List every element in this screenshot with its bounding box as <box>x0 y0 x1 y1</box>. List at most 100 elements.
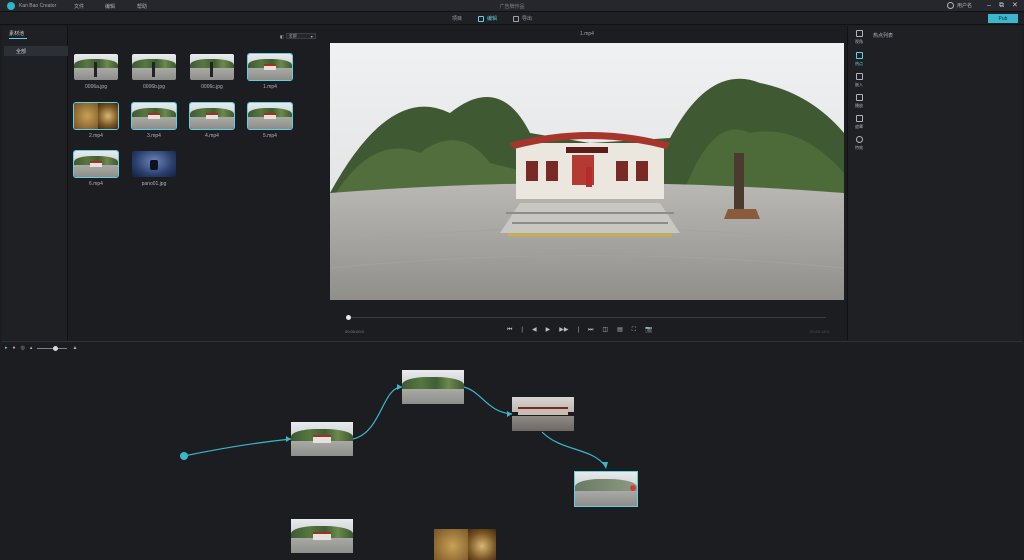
media-thumbnail <box>132 54 176 80</box>
tool-effect-label: 特效 <box>855 145 863 150</box>
seek-handle[interactable] <box>346 315 351 320</box>
media-item[interactable]: pano01.jpg <box>132 151 176 187</box>
tool-play[interactable]: 播放 <box>848 94 870 109</box>
media-item-name: pano01.jpg <box>141 181 167 187</box>
effect-icon <box>855 136 863 143</box>
tool-strip: 视角 热点 嵌入 播放 遮罩 特效 <box>847 26 869 340</box>
category-all[interactable]: 全部 <box>4 46 68 56</box>
graph-toolbar: ▸ ● ◎ ▴ ▲ <box>5 345 77 351</box>
user-account[interactable]: 用户名 <box>947 2 972 9</box>
restore-button[interactable]: ⧉ <box>999 1 1004 10</box>
mask-icon <box>855 115 863 122</box>
record-icon <box>630 485 636 491</box>
target-icon[interactable]: ◎ <box>21 345 25 351</box>
filter-select[interactable]: 全部 ▾ <box>285 33 316 39</box>
tool-view[interactable]: 视角 <box>848 30 870 45</box>
skip-end-icon[interactable]: ⏭ <box>588 326 593 334</box>
graph-link <box>541 431 607 468</box>
scene-node[interactable] <box>402 370 464 404</box>
preview-title: 1.mp4 <box>580 31 594 37</box>
media-filter[interactable]: ◧ 全部 ▾ <box>280 33 316 39</box>
media-thumbnail <box>74 151 118 177</box>
scene-node[interactable] <box>291 422 353 456</box>
publish-button[interactable]: Pub <box>988 14 1018 23</box>
divider: | <box>521 327 523 333</box>
media-item[interactable]: 4.mp4 <box>190 103 234 139</box>
hotspot-panel: 热点列表 <box>869 26 1022 340</box>
media-item[interactable]: 0006b.jpg <box>132 54 176 90</box>
media-item[interactable]: 6.mp4 <box>74 151 118 187</box>
camera-icon[interactable]: 📷 <box>645 326 652 334</box>
cursor-icon[interactable]: ▸ <box>5 345 8 351</box>
hotspot-icon <box>855 52 863 59</box>
media-item[interactable]: 0006a.jpg <box>74 54 118 90</box>
graph-link <box>183 438 292 457</box>
media-item-name: 0006c.jpg <box>201 84 223 90</box>
scene-node[interactable] <box>512 397 574 431</box>
title-bar: Kan Bao Creator 文件 编辑 帮助 广告牌作品 用户名 – ⧉ ✕ <box>0 0 1024 12</box>
media-thumbnail <box>74 54 118 80</box>
step-forward-icon[interactable]: ▶▶ <box>559 326 568 334</box>
library-tab-underline <box>9 38 27 39</box>
preview-panel: 1.mp4 00:00:00.0 00:00:18.0 ⏮ | ◀ ▶ ▶▶ |… <box>329 26 845 340</box>
scene-node[interactable] <box>434 529 496 560</box>
tab-edit[interactable]: 编辑 <box>478 15 497 22</box>
media-item[interactable]: 2.mp4 <box>74 103 118 139</box>
skip-start-icon[interactable]: ⏮ <box>507 326 512 334</box>
media-thumbnail <box>132 151 176 177</box>
step-back-icon[interactable]: ◀ <box>532 326 537 334</box>
tool-hotspot[interactable]: 热点 <box>848 52 870 67</box>
media-item[interactable]: 3.mp4 <box>132 103 176 139</box>
zoom-in-icon[interactable]: ▲ <box>72 345 77 351</box>
media-thumbnail <box>132 103 176 129</box>
minimize-button[interactable]: – <box>987 1 991 10</box>
total-time: 00:00:18.0 <box>810 329 829 334</box>
tool-play-label: 播放 <box>855 103 863 108</box>
mode-bar: 项目 编辑 导出 Pub <box>0 12 1024 25</box>
tab-export[interactable]: 导出 <box>513 15 532 22</box>
playback-controls: ⏮ | ◀ ▶ ▶▶ | ⏭ ◫ ▤ ⛶ 📷 <box>507 326 652 334</box>
edit-icon <box>478 15 484 22</box>
tab-project[interactable]: 项目 <box>452 15 462 22</box>
scene-node-selected[interactable] <box>575 472 637 506</box>
current-time: 00:00:00.0 <box>345 329 364 334</box>
export-icon <box>513 15 519 22</box>
node-icon[interactable]: ● <box>13 345 16 351</box>
zoom-slider[interactable] <box>37 345 68 351</box>
media-item-name: 5.mp4 <box>263 133 277 139</box>
play-icon[interactable]: ▶ <box>546 326 551 334</box>
tool-mask-label: 遮罩 <box>855 124 863 129</box>
scene-node[interactable] <box>291 519 353 553</box>
tool-hotspot-label: 热点 <box>855 61 863 66</box>
user-avatar-icon <box>947 2 954 9</box>
split-view-icon[interactable]: ◫ <box>602 326 608 334</box>
seek-bar[interactable] <box>348 317 826 318</box>
media-thumbnail <box>190 54 234 80</box>
close-button[interactable]: ✕ <box>1012 1 1018 10</box>
video-viewport[interactable] <box>330 43 844 300</box>
hotspot-panel-title: 热点列表 <box>873 33 894 39</box>
zoom-out-icon[interactable]: ▴ <box>30 345 33 351</box>
scene-graph[interactable]: ▸ ● ◎ ▴ ▲ <box>2 341 1022 560</box>
tool-mask[interactable]: 遮罩 <box>848 115 870 130</box>
graph-link <box>463 386 513 415</box>
library-tab[interactable]: 素材池 <box>9 30 24 37</box>
zoom-slider-handle[interactable] <box>53 345 59 351</box>
divider: | <box>577 327 580 333</box>
media-item[interactable]: 5.mp4 <box>248 103 292 139</box>
media-item-name: 4.mp4 <box>205 133 219 139</box>
media-item-name: 0006b.jpg <box>143 84 165 90</box>
tool-embed-label: 嵌入 <box>855 82 863 87</box>
media-item[interactable]: 1.mp4 <box>248 54 292 90</box>
media-item[interactable]: 0006c.jpg <box>190 54 234 90</box>
fullscreen-icon[interactable]: ⛶ <box>632 326 636 334</box>
list-icon[interactable]: ▤ <box>617 326 623 334</box>
tool-effect[interactable]: 特效 <box>848 136 870 151</box>
filter-icon: ◧ <box>280 33 284 39</box>
arrow-head <box>602 462 608 469</box>
media-thumbnail <box>248 103 292 129</box>
scene-graph-links <box>180 384 608 469</box>
tool-embed[interactable]: 嵌入 <box>848 73 870 88</box>
media-thumbnail <box>248 54 292 80</box>
media-library: ◧ 全部 ▾ 0006a.jpg 0006b.jpg 0006c.jpg 1.mp4 2… <box>68 26 326 340</box>
